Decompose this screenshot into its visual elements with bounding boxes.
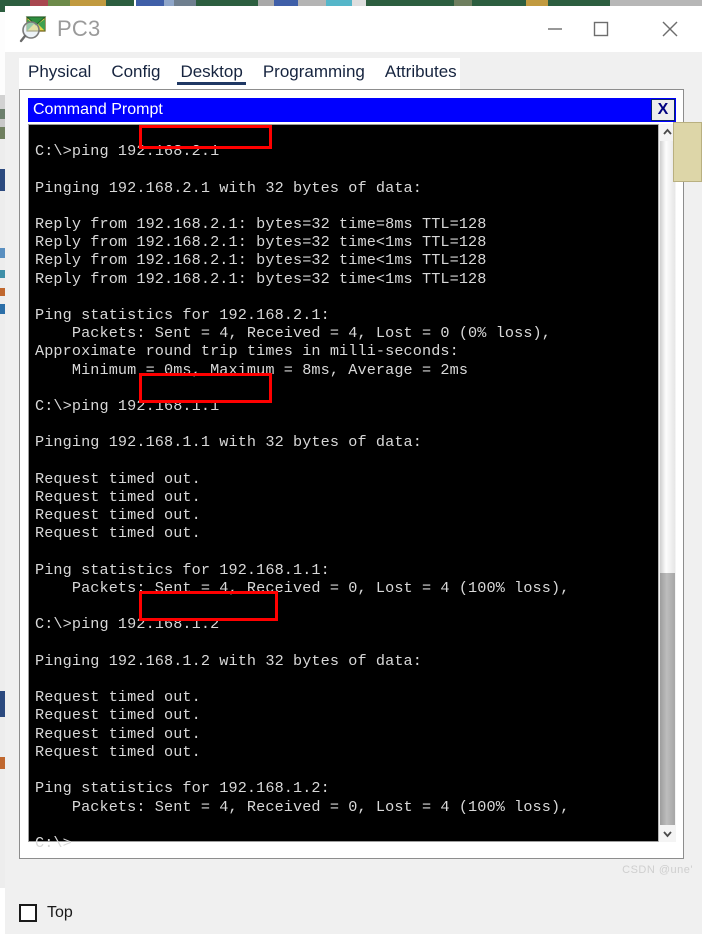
content-pane: Physical Config Desktop Programming Attr… xyxy=(5,52,702,888)
maximize-button[interactable] xyxy=(578,6,624,52)
tab-programming[interactable]: Programming xyxy=(263,58,365,85)
terminal[interactable]: C:\>ping 192.168.2.1 Pinging 192.168.2.1… xyxy=(28,124,676,842)
tab-attributes[interactable]: Attributes xyxy=(385,58,457,85)
window-title-bar: PC3 xyxy=(5,6,702,52)
top-checkbox[interactable] xyxy=(19,904,37,922)
watermark: CSDN @une' xyxy=(622,864,693,876)
minimize-button[interactable] xyxy=(532,6,578,52)
terminal-scrollbar-thumb[interactable] xyxy=(660,141,675,573)
tab-config[interactable]: Config xyxy=(111,58,160,85)
window-title: PC3 xyxy=(57,14,100,44)
terminal-scrollbar[interactable] xyxy=(658,124,676,842)
command-prompt-window: Command Prompt X C:\>ping 192.168.2.1 Pi… xyxy=(28,98,676,850)
command-prompt-title: Command Prompt xyxy=(33,100,163,120)
command-prompt-title-bar: Command Prompt X xyxy=(28,98,676,122)
command-prompt-close-button[interactable]: X xyxy=(651,99,675,121)
tab-physical[interactable]: Physical xyxy=(28,58,91,85)
scroll-down-arrow-icon[interactable] xyxy=(659,825,676,842)
packet-tracer-pc-icon xyxy=(19,14,49,44)
terminal-output: C:\>ping 192.168.2.1 Pinging 192.168.2.1… xyxy=(35,142,645,852)
top-checkbox-label: Top xyxy=(47,904,73,922)
close-button[interactable] xyxy=(647,6,693,52)
tab-desktop[interactable]: Desktop xyxy=(180,58,242,85)
pc-device-window: PC3 Physical Config Desktop Programming … xyxy=(5,6,702,888)
desktop-panel: Command Prompt X C:\>ping 192.168.2.1 Pi… xyxy=(19,89,684,859)
tab-bar: Physical Config Desktop Programming Attr… xyxy=(19,58,460,89)
terminal-scrollbar-track[interactable] xyxy=(660,573,675,825)
bottom-bar: Top xyxy=(5,866,702,934)
tooltip-popup xyxy=(673,122,702,182)
top-checkbox-row: Top xyxy=(19,904,73,922)
